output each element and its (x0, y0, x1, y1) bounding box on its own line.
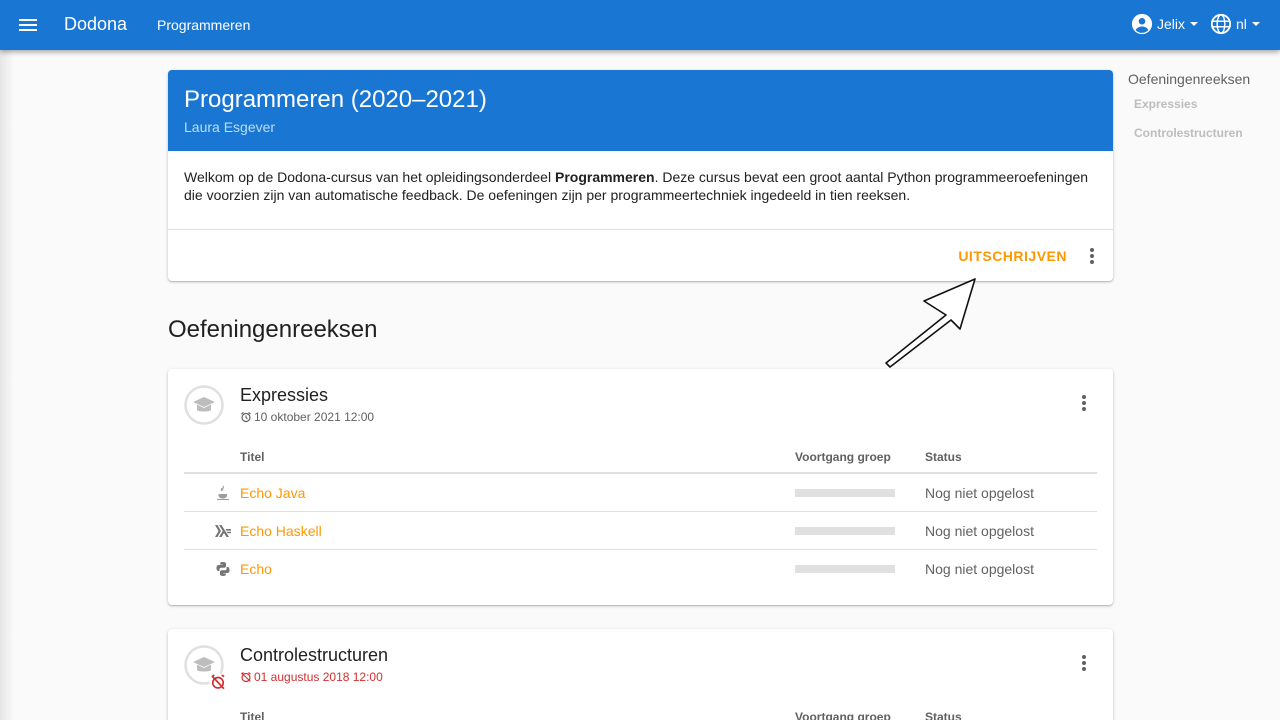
group-progress-bar (795, 489, 895, 497)
exercise-status: Nog niet opgelost (925, 485, 1034, 501)
course-actions: UITSCHRIJVEN (168, 229, 1113, 281)
java-icon (217, 485, 229, 501)
table-header: Titel Voortgang groep Status (184, 702, 1097, 720)
group-progress-bar (795, 527, 895, 535)
table-header: Titel Voortgang groep Status (184, 442, 1097, 474)
column-header-status: Status (925, 710, 962, 720)
series-title[interactable]: Expressies (240, 385, 328, 406)
toc-title[interactable]: Oefeningenreeksen (1128, 71, 1250, 87)
course-header: Programmeren (2020–2021) Laura Esgever (168, 70, 1113, 151)
series-deadline: 10 oktober 2021 12:00 (240, 410, 374, 424)
brand-logo[interactable]: Dodona (64, 14, 127, 35)
exercise-link[interactable]: Echo Java (240, 485, 305, 501)
annotation-arrow-icon (885, 278, 976, 368)
breadcrumb-course-link[interactable]: Programmeren (157, 17, 250, 33)
left-shadow (0, 50, 14, 720)
language-menu-button[interactable]: nl (1210, 13, 1260, 35)
chevron-down-icon (1190, 22, 1199, 26)
python-icon (216, 562, 230, 576)
deadline-text: 10 oktober 2021 12:00 (254, 410, 375, 424)
alarm-clock-icon (241, 412, 251, 423)
column-header-status: Status (925, 450, 962, 464)
exercise-link[interactable]: Echo Haskell (240, 523, 322, 539)
column-header-title: Titel (240, 450, 265, 464)
exercise-table: Titel Voortgang groep Status (184, 702, 1097, 720)
exercise-link[interactable]: Echo (240, 561, 272, 577)
toc-item-controlestructuren[interactable]: Controlestructuren (1134, 126, 1243, 140)
more-vert-icon[interactable] (1072, 391, 1096, 415)
course-card: Programmeren (2020–2021) Laura Esgever W… (168, 70, 1113, 281)
table-row: Echo Haskell Nog niet opgelost (184, 512, 1097, 550)
series-card-controlestructuren: Controlestructuren 01 augustus 2018 12:0… (168, 629, 1113, 720)
group-progress-bar (795, 565, 895, 573)
user-menu-button[interactable]: Jelix (1131, 13, 1199, 35)
alarm-off-icon (209, 673, 227, 691)
column-header-progress: Voortgang groep (795, 450, 891, 464)
exercise-table: Titel Voortgang groep Status Echo Java N… (184, 442, 1097, 588)
description-text: Welkom op de Dodona-cursus van het oplei… (184, 169, 555, 185)
globe-icon (1210, 13, 1232, 35)
toc-item-expressies[interactable]: Expressies (1134, 97, 1197, 111)
user-name: Jelix (1157, 16, 1186, 32)
series-card-expressies: Expressies 10 oktober 2021 12:00 Titel V… (168, 369, 1113, 605)
table-row: Echo Java Nog niet opgelost (184, 474, 1097, 512)
graduation-cap-icon (184, 385, 224, 425)
more-vert-icon[interactable] (1072, 651, 1096, 675)
series-deadline: 01 augustus 2018 12:00 (240, 670, 383, 684)
account-circle-icon (1131, 13, 1153, 35)
more-vert-icon[interactable] (1080, 244, 1104, 268)
chevron-down-icon (1251, 22, 1260, 26)
top-app-bar: Dodona Programmeren Jelix nl (0, 0, 1280, 50)
language-label: nl (1236, 16, 1247, 32)
exercise-status: Nog niet opgelost (925, 561, 1034, 577)
course-title: Programmeren (2020–2021) (184, 86, 487, 113)
course-teacher: Laura Esgever (184, 119, 276, 135)
hamburger-menu-icon[interactable] (16, 13, 40, 37)
deadline-text: 01 augustus 2018 12:00 (254, 670, 383, 684)
alarm-off-icon (241, 672, 251, 683)
haskell-icon (215, 525, 231, 537)
section-heading: Oefeningenreeksen (168, 316, 378, 343)
column-header-title: Titel (240, 710, 265, 720)
description-bold: Programmeren (554, 169, 655, 185)
table-row: Echo Nog niet opgelost (184, 550, 1097, 588)
exercise-status: Nog niet opgelost (925, 523, 1034, 539)
series-title[interactable]: Controlestructuren (240, 645, 388, 666)
column-header-progress: Voortgang groep (795, 710, 891, 720)
unsubscribe-button[interactable]: UITSCHRIJVEN (958, 248, 1067, 264)
course-description: Welkom op de Dodona-cursus van het oplei… (168, 151, 1113, 229)
